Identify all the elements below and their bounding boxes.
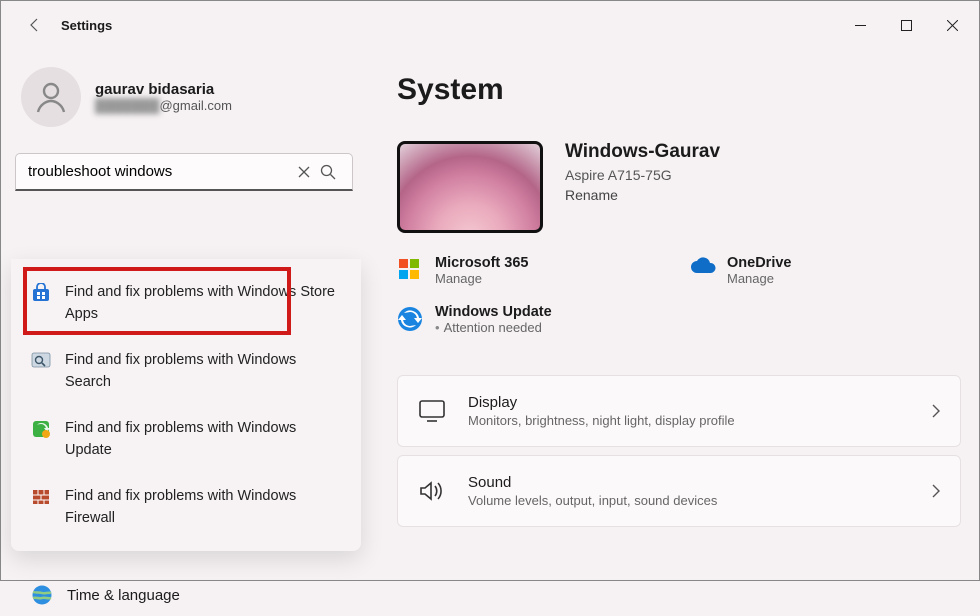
globe-icon: [31, 584, 53, 606]
search-input[interactable]: [28, 163, 298, 180]
card-sub: Monitors, brightness, night light, displ…: [468, 413, 735, 428]
clear-icon[interactable]: [298, 166, 320, 178]
sidebar-item-label: Time & language: [67, 587, 180, 604]
suggestion-store-apps[interactable]: Find and fix problems with Windows Store…: [11, 269, 361, 337]
setting-display[interactable]: Display Monitors, brightness, night ligh…: [397, 375, 961, 447]
store-icon: [31, 283, 51, 303]
maximize-button[interactable]: [883, 9, 929, 41]
close-button[interactable]: [929, 9, 975, 41]
device-name: Windows-Gaurav: [565, 141, 720, 163]
back-button[interactable]: [19, 9, 51, 41]
sound-icon: [418, 480, 446, 502]
suggestion-label: Find and fix problems with Windows Searc…: [65, 349, 343, 393]
quicklink-sub[interactable]: •Attention needed: [435, 320, 552, 335]
sidebar: gaurav bidasaria ███████@gmail.com: [1, 49, 361, 580]
suggestion-label: Find and fix problems with Windows Updat…: [65, 417, 343, 461]
suggestion-label: Find and fix problems with Windows Firew…: [65, 485, 343, 529]
device-model: Aspire A715-75G: [565, 167, 720, 183]
sidebar-item-time-language[interactable]: Time & language: [19, 574, 192, 616]
search-fix-icon: [31, 351, 51, 371]
quicklink-sub[interactable]: Manage: [435, 271, 528, 286]
quicklink-label: Windows Update: [435, 304, 552, 320]
display-icon: [418, 400, 446, 422]
account-block[interactable]: gaurav bidasaria ███████@gmail.com: [13, 49, 361, 153]
page-title: System: [397, 73, 961, 107]
account-email: ███████@gmail.com: [95, 98, 232, 113]
avatar: [21, 67, 81, 127]
quicklink-onedrive[interactable]: OneDrive Manage: [689, 255, 961, 286]
quicklink-m365[interactable]: Microsoft 365 Manage: [397, 255, 669, 286]
m365-icon: [397, 257, 423, 283]
search-box[interactable]: [15, 153, 353, 191]
firewall-icon: [31, 487, 51, 507]
quicklink-sub[interactable]: Manage: [727, 271, 791, 286]
suggestion-windows-firewall[interactable]: Find and fix problems with Windows Firew…: [11, 473, 361, 541]
wu-icon: [397, 306, 423, 332]
quicklink-label: OneDrive: [727, 255, 791, 271]
quicklink-label: Microsoft 365: [435, 255, 528, 271]
card-sub: Volume levels, output, input, sound devi…: [468, 493, 717, 508]
wu-fix-icon: [31, 419, 51, 439]
device-wallpaper: [397, 141, 543, 233]
search-icon[interactable]: [320, 164, 342, 180]
card-label: Display: [468, 394, 735, 411]
setting-sound[interactable]: Sound Volume levels, output, input, soun…: [397, 455, 961, 527]
suggestion-windows-update[interactable]: Find and fix problems with Windows Updat…: [11, 405, 361, 473]
card-label: Sound: [468, 474, 717, 491]
app-title: Settings: [61, 18, 112, 33]
rename-button[interactable]: Rename: [565, 187, 720, 203]
onedrive-icon: [689, 257, 715, 283]
account-name: gaurav bidasaria: [95, 81, 232, 98]
title-bar: Settings: [1, 1, 979, 49]
suggestion-label: Find and fix problems with Windows Store…: [65, 281, 343, 325]
quicklink-windows-update[interactable]: Windows Update •Attention needed: [397, 304, 669, 335]
chevron-right-icon: [932, 484, 940, 498]
device-block: Windows-Gaurav Aspire A715-75G Rename: [397, 141, 961, 233]
suggestion-windows-search[interactable]: Find and fix problems with Windows Searc…: [11, 337, 361, 405]
search-container: [13, 153, 361, 191]
main-content: System Windows-Gaurav Aspire A715-75G Re…: [361, 49, 979, 580]
chevron-right-icon: [932, 404, 940, 418]
search-suggestions: Find and fix problems with Windows Store…: [11, 259, 361, 551]
minimize-button[interactable]: [837, 9, 883, 41]
